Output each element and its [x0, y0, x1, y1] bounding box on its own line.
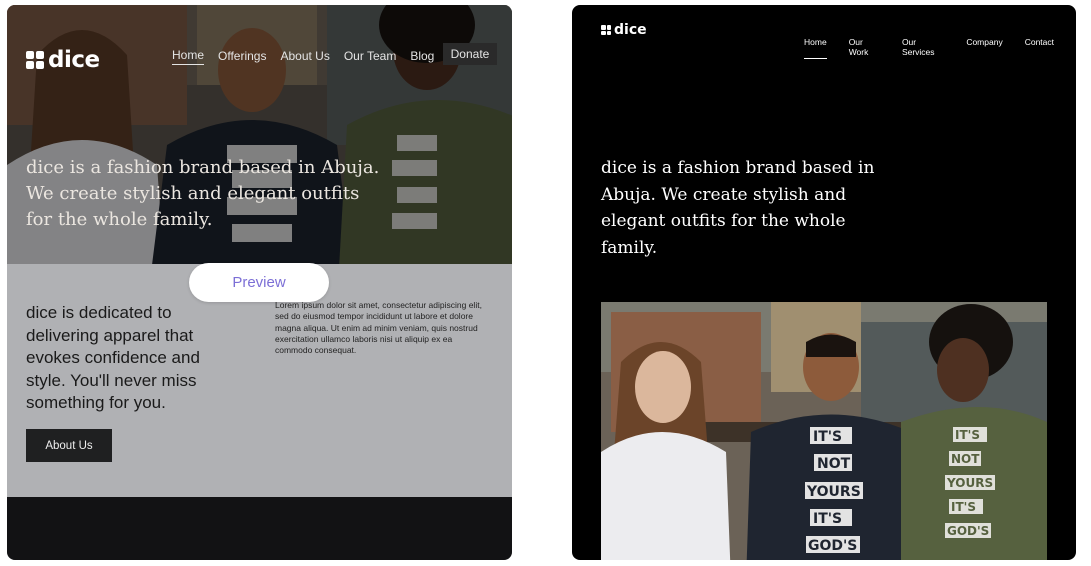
nav-item-contact[interactable]: Contact	[1025, 37, 1054, 59]
dice-logo[interactable]: dice	[26, 47, 100, 73]
dice-logo-icon	[601, 25, 611, 35]
hero-headline: dice is a fashion brand based in Abuja. …	[601, 158, 875, 258]
nav-item-our-work[interactable]: Our Work	[849, 37, 880, 59]
dice-logo-icon	[26, 51, 44, 69]
svg-text:IT'S: IT'S	[813, 429, 842, 445]
svg-text:YOURS: YOURS	[806, 484, 861, 500]
svg-text:GOD'S: GOD'S	[808, 538, 857, 554]
nav-item-blog[interactable]: Blog	[410, 47, 434, 65]
nav-item-home[interactable]: Home	[804, 37, 827, 59]
hero-photo: IT'S NOT YOURS IT'S GOD'S IT'S NOT YOURS…	[601, 302, 1047, 560]
logo-text: dice	[48, 47, 100, 73]
svg-text:GOD'S: GOD'S	[947, 524, 989, 538]
svg-text:IT'S: IT'S	[951, 500, 976, 514]
nav-item-company[interactable]: Company	[966, 37, 1002, 59]
svg-text:NOT: NOT	[817, 456, 851, 472]
about-us-button[interactable]: About Us	[26, 429, 112, 462]
nav-item-offerings[interactable]: Offerings	[218, 47, 266, 65]
preview-button[interactable]: Preview	[189, 263, 329, 302]
footer-section	[7, 497, 512, 560]
nav-item-about-us[interactable]: About Us	[280, 47, 329, 65]
template-preview-right[interactable]: dice Home Our Work Our Services Company …	[572, 5, 1076, 560]
main-nav: Home Offerings About Us Our Team Blog	[172, 46, 448, 65]
svg-text:IT'S: IT'S	[813, 511, 842, 527]
mission-heading: dice is dedicated to delivering apparel …	[26, 303, 200, 412]
app-page: dice Home Offerings About Us Our Team Bl…	[0, 0, 1091, 566]
svg-text:NOT: NOT	[951, 452, 980, 466]
mission-paragraph: Lorem ipsum dolor sit amet, consectetur …	[275, 300, 482, 356]
donate-button[interactable]: Donate	[443, 43, 497, 65]
svg-text:IT'S: IT'S	[955, 428, 980, 442]
logo-text: dice	[614, 22, 647, 38]
nav-item-our-services[interactable]: Our Services	[902, 37, 944, 59]
template-preview-left[interactable]: dice Home Offerings About Us Our Team Bl…	[7, 5, 512, 560]
dice-logo[interactable]: dice	[601, 22, 647, 38]
hero-headline: dice is a fashion brand based in Abuja. …	[26, 157, 380, 230]
main-nav: Home Our Work Our Services Company Conta…	[804, 37, 1076, 59]
svg-text:YOURS: YOURS	[946, 476, 993, 490]
nav-item-home[interactable]: Home	[172, 46, 205, 65]
nav-item-our-team[interactable]: Our Team	[344, 47, 396, 65]
hero-photo-image: IT'S NOT YOURS IT'S GOD'S IT'S NOT YOURS…	[601, 302, 1047, 560]
